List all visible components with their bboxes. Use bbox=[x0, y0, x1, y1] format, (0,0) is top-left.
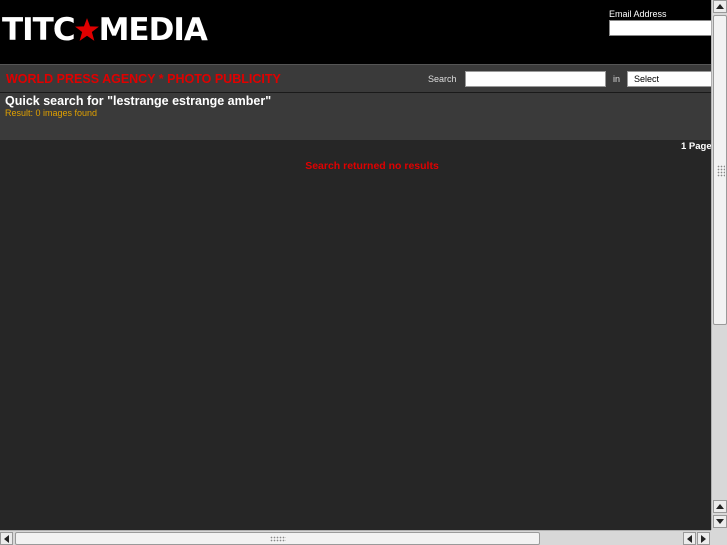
email-label: Email Address bbox=[609, 9, 667, 19]
arrow-left-icon bbox=[4, 534, 9, 543]
logo-text-left: TITC bbox=[2, 12, 76, 48]
scroll-right-button[interactable] bbox=[697, 532, 710, 545]
grip-icon bbox=[717, 165, 725, 177]
email-field[interactable] bbox=[609, 20, 711, 36]
horizontal-scrollbar[interactable] bbox=[0, 530, 711, 545]
logo-text-right: MEDIA bbox=[98, 12, 208, 48]
pagination[interactable]: 1 Page bbox=[681, 141, 711, 152]
arrow-down-icon bbox=[716, 519, 724, 524]
arrow-up-icon bbox=[716, 504, 724, 509]
agency-title: WORLD PRESS AGENCY * PHOTO PUBLICITY bbox=[6, 72, 281, 86]
search-input[interactable] bbox=[465, 71, 606, 87]
vertical-scrollbar[interactable] bbox=[711, 0, 727, 530]
navbar: WORLD PRESS AGENCY * PHOTO PUBLICITY Sea… bbox=[0, 64, 711, 93]
results-header: Quick search for "lestrange estrange amb… bbox=[0, 93, 711, 140]
arrow-left-icon bbox=[687, 534, 692, 543]
scroll-down-button[interactable] bbox=[713, 515, 727, 528]
search-scope-select[interactable]: Select bbox=[627, 71, 711, 87]
page-viewport: TITC MEDIA Email Address WORLD PRESS AGE… bbox=[0, 0, 711, 530]
result-count: Result: 0 images found bbox=[5, 108, 98, 118]
search-scope-label: in bbox=[613, 74, 621, 84]
arrow-right-icon bbox=[701, 534, 706, 543]
scrollbar-corner bbox=[711, 530, 727, 545]
search-label: Search bbox=[428, 74, 457, 84]
scroll-left-button-right[interactable] bbox=[683, 532, 696, 545]
vertical-scroll-thumb[interactable] bbox=[713, 15, 727, 325]
horizontal-scroll-thumb[interactable] bbox=[15, 532, 540, 545]
star-icon bbox=[74, 18, 99, 41]
empty-results-message: Search returned no results bbox=[305, 160, 439, 172]
grip-icon bbox=[270, 536, 286, 542]
scroll-left-button[interactable] bbox=[0, 532, 13, 545]
header: TITC MEDIA Email Address bbox=[0, 0, 711, 64]
scroll-up-button[interactable] bbox=[713, 0, 727, 13]
titomedia-logo[interactable]: TITC MEDIA bbox=[2, 10, 208, 50]
scroll-up-button-bottom[interactable] bbox=[713, 500, 727, 513]
arrow-up-icon bbox=[716, 4, 724, 9]
page-title: Quick search for "lestrange estrange amb… bbox=[5, 94, 272, 108]
